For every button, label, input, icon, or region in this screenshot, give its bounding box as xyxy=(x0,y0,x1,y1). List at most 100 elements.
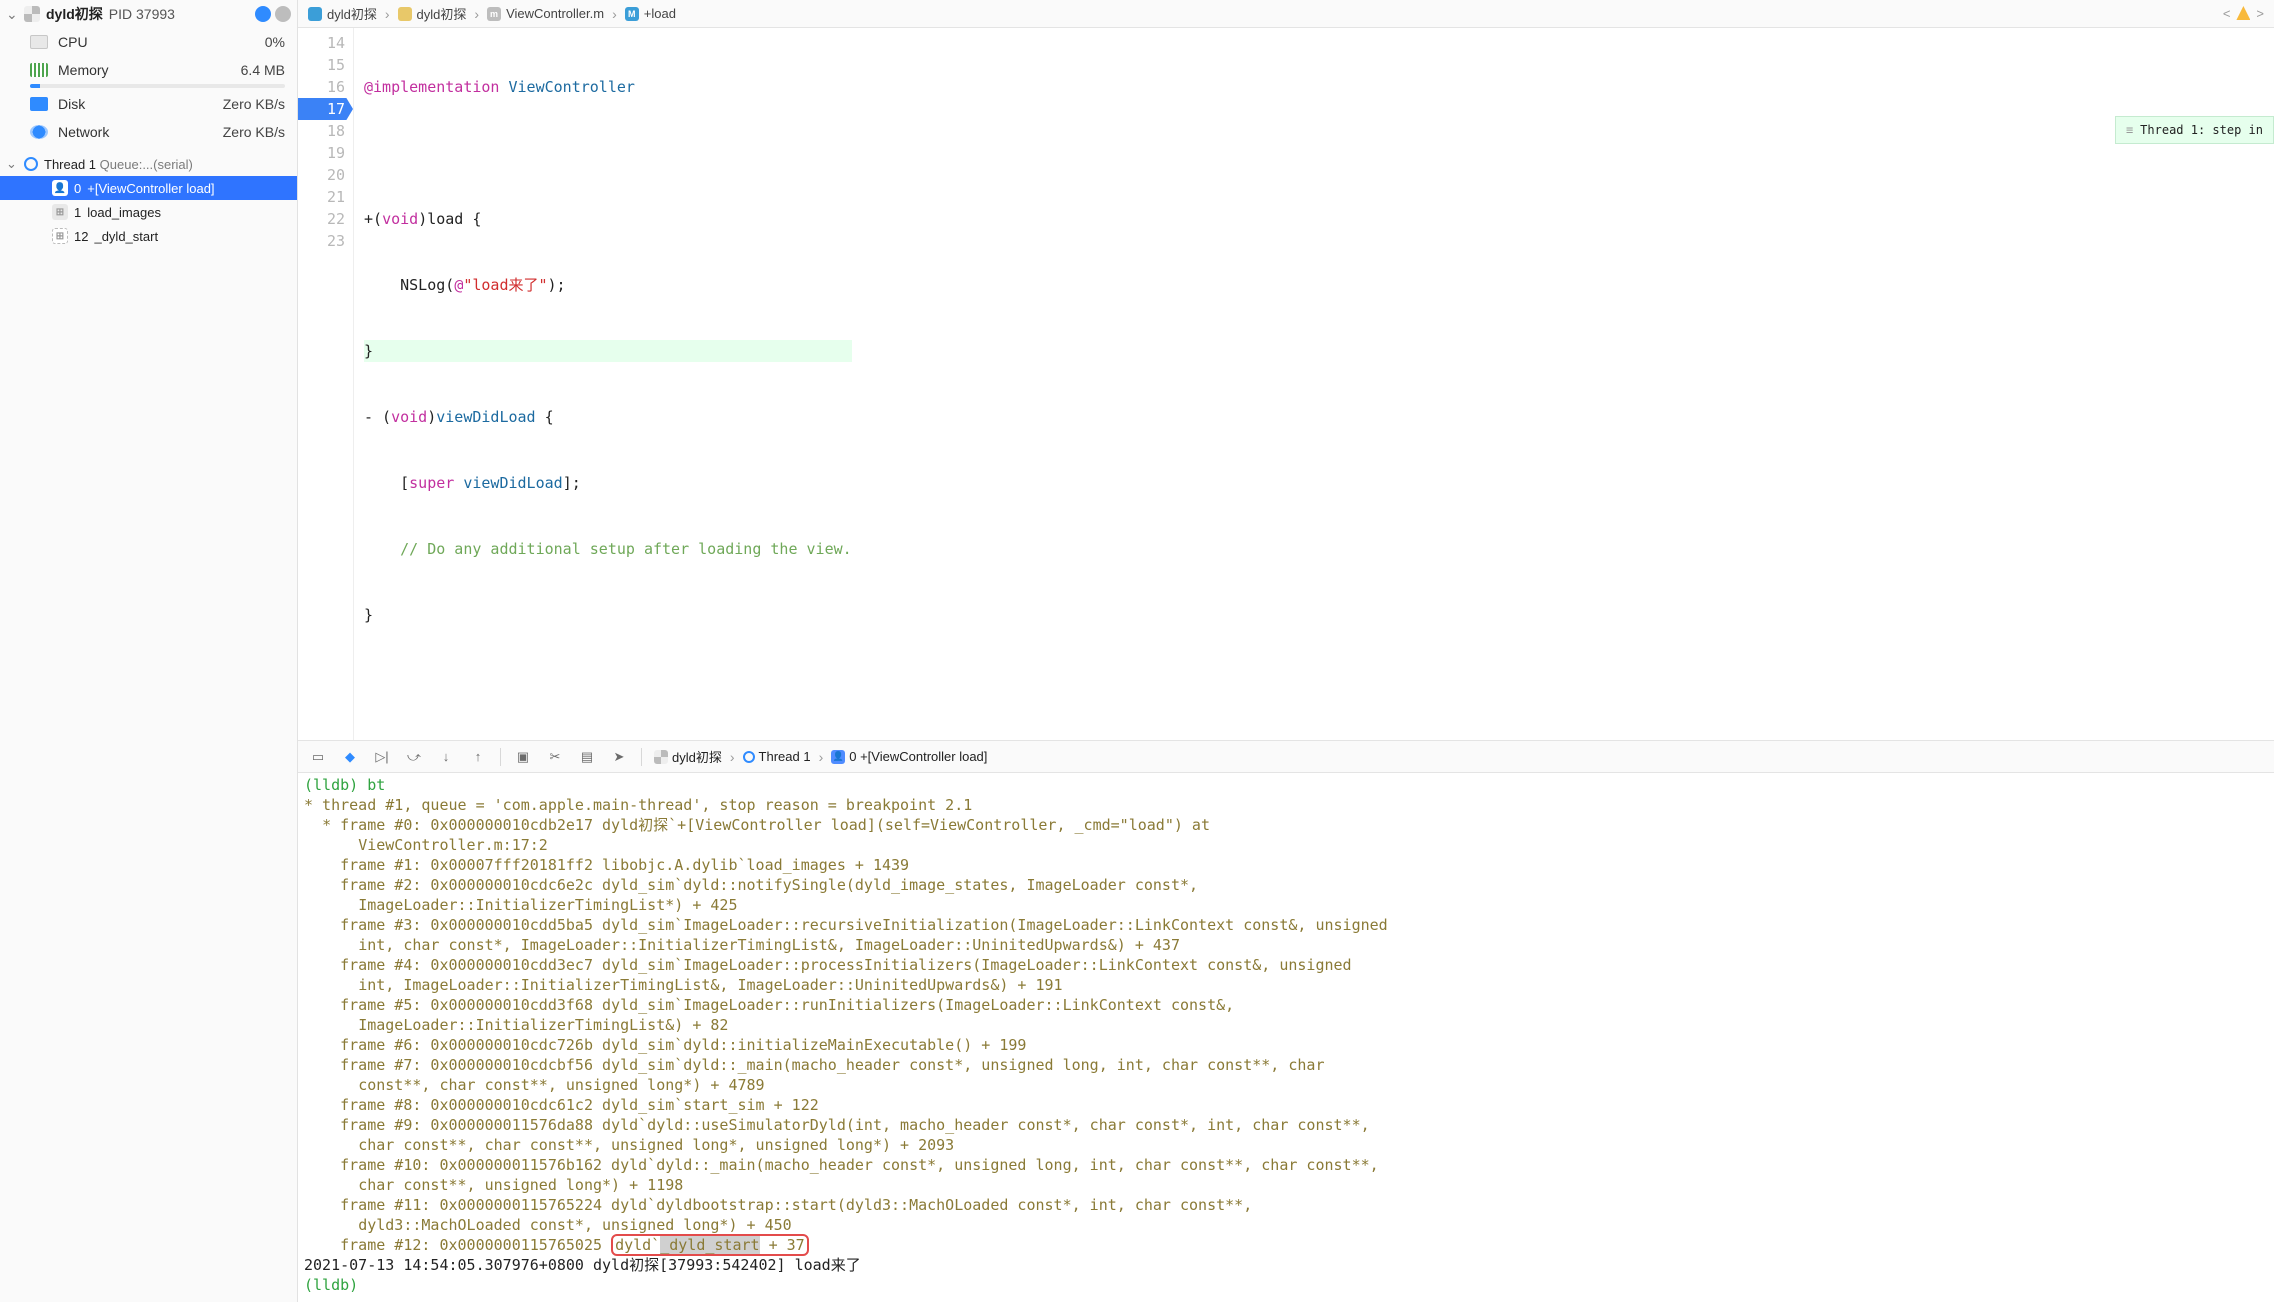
console-line: * frame #0: 0x000000010cdb2e17 dyld初探`+[… xyxy=(304,815,2268,835)
frame-badge-icon: ⊞ xyxy=(52,204,68,220)
frame-index: 1 xyxy=(74,205,81,220)
memory-gauge[interactable]: Memory 6.4 MB xyxy=(6,56,291,84)
thread-icon xyxy=(743,751,755,763)
console-line: frame #4: 0x000000010cdd3ec7 dyld_sim`Im… xyxy=(304,955,2268,975)
disk-icon xyxy=(30,97,48,111)
console-line: ImageLoader::InitializerTimingList*) + 4… xyxy=(304,895,2268,915)
breakpoint-marker[interactable]: 17 xyxy=(298,98,353,120)
chevron-down-icon[interactable]: ⌄ xyxy=(6,6,18,23)
thread-icon xyxy=(24,157,38,171)
console-line: frame #1: 0x00007fff20181ff2 libobjc.A.d… xyxy=(304,855,2268,875)
code-body[interactable]: @implementation ViewController +(void)lo… xyxy=(354,28,852,740)
memory-bar xyxy=(30,84,285,88)
console-line: 2021-07-13 14:54:05.307976+0800 dyld初探[3… xyxy=(304,1255,2268,1275)
step-into-icon[interactable]: ↓ xyxy=(436,748,456,766)
frame-label: load_images xyxy=(87,205,161,220)
process-icon xyxy=(654,750,668,764)
console-line: ViewController.m:17:2 xyxy=(304,835,2268,855)
file-icon: m xyxy=(487,7,501,21)
thread-name: Thread 1 xyxy=(44,157,96,172)
process-pid: PID 37993 xyxy=(109,6,175,22)
memory-icon xyxy=(30,63,48,77)
crumb-thread[interactable]: Thread 1 xyxy=(759,749,811,764)
frame-badge-icon: 👤 xyxy=(831,750,845,764)
disk-label: Disk xyxy=(58,96,85,112)
debug-view-icon[interactable]: ▣ xyxy=(513,748,533,766)
console-line: frame #2: 0x000000010cdc6e2c dyld_sim`dy… xyxy=(304,875,2268,895)
line-gutter[interactable]: 14 15 16 17 18 19 20 21 22 23 xyxy=(298,28,354,740)
step-over-icon[interactable]: ⤻ xyxy=(404,748,424,766)
jb-folder[interactable]: dyld初探 xyxy=(417,4,467,23)
network-value: Zero KB/s xyxy=(223,124,285,140)
disk-gauge[interactable]: Disk Zero KB/s xyxy=(6,90,291,118)
thread-badge-text: Thread 1: step in xyxy=(2140,119,2263,141)
console-line: frame #8: 0x000000010cdc61c2 dyld_sim`st… xyxy=(304,1095,2268,1115)
jb-symbol[interactable]: +load xyxy=(644,6,676,21)
cpu-label: CPU xyxy=(58,34,88,50)
console-line: ImageLoader::InitializerTimingList&) + 8… xyxy=(304,1015,2268,1035)
debug-toolbar: ▭ ◆ ▷| ⤻ ↓ ↑ ▣ ✂ ▤ ➤ dyld初探 Thread 1 👤 0… xyxy=(298,740,2274,773)
lldb-console[interactable]: (lldb) bt * thread #1, queue = 'com.appl… xyxy=(298,773,2274,1302)
thread-queue: Queue:...(serial) xyxy=(100,157,193,172)
thread-row[interactable]: ⌄ Thread 1 Queue:...(serial) xyxy=(0,152,297,176)
location-icon[interactable]: ➤ xyxy=(609,748,629,766)
method-icon: M xyxy=(625,7,639,21)
continue-icon[interactable]: ▷| xyxy=(372,748,392,766)
stack-frame-12[interactable]: ⊞ 12 _dyld_start xyxy=(0,224,297,248)
console-line: frame #5: 0x000000010cdd3f68 dyld_sim`Im… xyxy=(304,995,2268,1015)
console-line: frame #7: 0x000000010cdcbf56 dyld_sim`dy… xyxy=(304,1055,2268,1075)
network-icon xyxy=(30,125,48,139)
hamburger-icon: ≡ xyxy=(2126,119,2132,141)
console-line: dyld3::MachOLoaded const*, unsigned long… xyxy=(304,1215,2268,1235)
frame-label: _dyld_start xyxy=(94,229,158,244)
cpu-gauge[interactable]: CPU 0% xyxy=(6,28,291,56)
environment-icon[interactable]: ▤ xyxy=(577,748,597,766)
memory-label: Memory xyxy=(58,62,109,78)
code-editor[interactable]: 14 15 16 17 18 19 20 21 22 23 @implement… xyxy=(298,28,2274,740)
step-out-icon[interactable]: ↑ xyxy=(468,748,488,766)
process-name: dyld初探 xyxy=(46,4,103,24)
frame-index: 12 xyxy=(74,229,88,244)
console-line: (lldb) bt xyxy=(304,775,2268,795)
warning-icon[interactable] xyxy=(2236,6,2250,20)
crumb-frame[interactable]: 0 +[ViewController load] xyxy=(849,749,987,764)
process-header[interactable]: ⌄ dyld初探 PID 37993 xyxy=(0,0,297,28)
stack-frame-0[interactable]: 👤 0 +[ViewController load] xyxy=(0,176,297,200)
highlighted-frame: dyld`_dyld_start + 37 xyxy=(611,1234,809,1256)
console-line: frame #6: 0x000000010cdc726b dyld_sim`dy… xyxy=(304,1035,2268,1055)
network-gauge[interactable]: Network Zero KB/s xyxy=(6,118,291,146)
console-line: frame #10: 0x000000011576b162 dyld`dyld:… xyxy=(304,1155,2268,1175)
chevron-down-icon[interactable]: ⌄ xyxy=(6,156,18,172)
thread-list: ⌄ Thread 1 Queue:...(serial) 👤 0 +[ViewC… xyxy=(0,152,297,248)
forward-icon[interactable]: > xyxy=(2256,6,2264,21)
lldb-prompt[interactable]: (lldb) xyxy=(304,1275,2268,1295)
frame-label: +[ViewController load] xyxy=(87,181,214,196)
pause-icon[interactable] xyxy=(275,6,291,22)
jb-file[interactable]: ViewController.m xyxy=(506,6,604,21)
breakpoints-toggle-icon[interactable]: ◆ xyxy=(340,748,360,766)
console-line: frame #12: 0x0000000115765025 dyld`_dyld… xyxy=(304,1235,2268,1255)
info-icon[interactable] xyxy=(255,6,271,22)
jump-bar[interactable]: dyld初探 dyld初探 m ViewController.m M +load <… xyxy=(298,0,2274,28)
console-line: char const**, unsigned long*) + 1198 xyxy=(304,1175,2268,1195)
cpu-icon xyxy=(30,35,48,49)
frame-index: 0 xyxy=(74,181,81,196)
folder-icon xyxy=(398,7,412,21)
execution-pointer-badge[interactable]: ≡ Thread 1: step in xyxy=(2115,116,2274,144)
disk-value: Zero KB/s xyxy=(223,96,285,112)
main-area: dyld初探 dyld初探 m ViewController.m M +load <… xyxy=(298,0,2274,1302)
crumb-target[interactable]: dyld初探 xyxy=(672,747,722,766)
cpu-value: 0% xyxy=(265,34,285,50)
frame-badge-icon: ⊞ xyxy=(52,228,68,244)
process-icon xyxy=(24,6,40,22)
back-icon[interactable]: < xyxy=(2223,6,2231,21)
debug-crumb[interactable]: dyld初探 Thread 1 👤 0 +[ViewController loa… xyxy=(654,747,987,766)
jb-project[interactable]: dyld初探 xyxy=(327,4,377,23)
debug-memory-icon[interactable]: ✂ xyxy=(545,748,565,766)
stack-frame-1[interactable]: ⊞ 1 load_images xyxy=(0,200,297,224)
project-icon xyxy=(308,7,322,21)
network-label: Network xyxy=(58,124,109,140)
console-line: frame #9: 0x000000011576da88 dyld`dyld::… xyxy=(304,1115,2268,1135)
hide-debug-icon[interactable]: ▭ xyxy=(308,748,328,766)
frame-badge-icon: 👤 xyxy=(52,180,68,196)
